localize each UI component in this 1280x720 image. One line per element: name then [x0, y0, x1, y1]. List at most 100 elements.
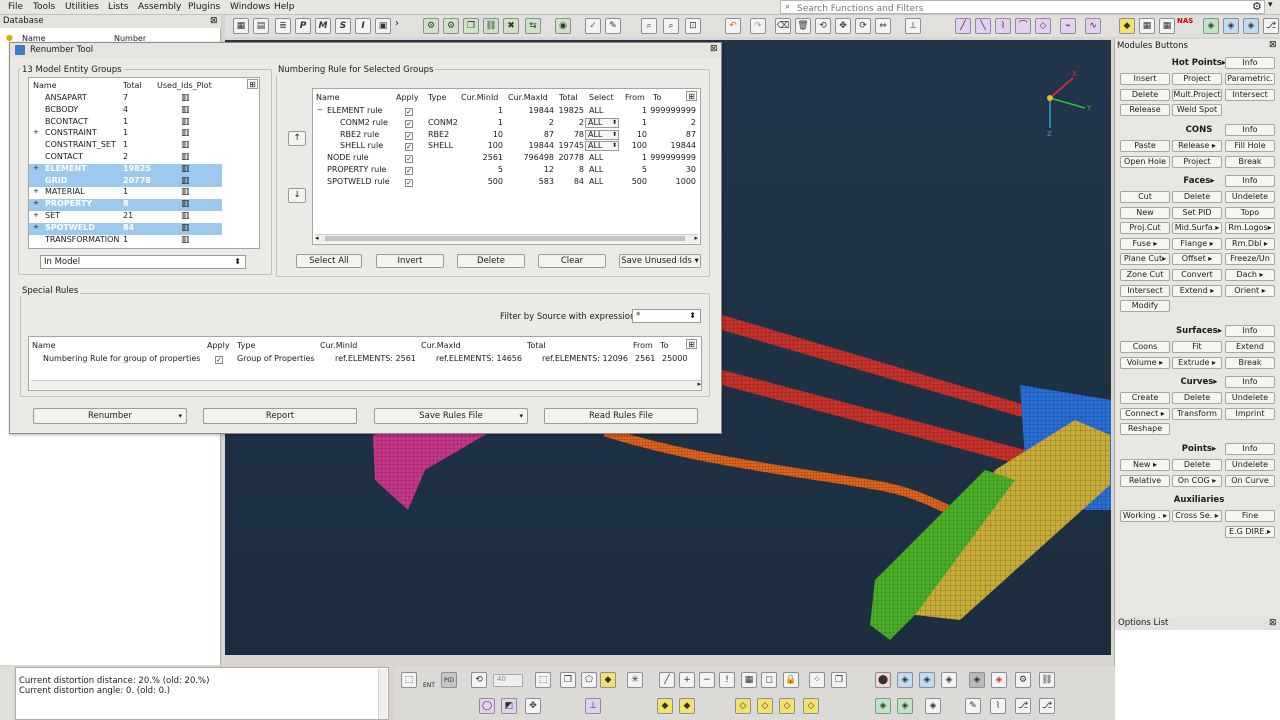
- module-button[interactable]: Fit: [1172, 341, 1222, 353]
- assembly-icon[interactable]: ⚙: [423, 18, 439, 34]
- face-yellow5-icon[interactable]: ◇: [779, 698, 795, 714]
- entity-row[interactable]: + PROPERTY 8 ▥: [29, 199, 222, 211]
- select-box-icon[interactable]: ⬚: [401, 672, 417, 688]
- deck-icon[interactable]: ◈: [1203, 18, 1219, 34]
- module-info-button[interactable]: Info: [1225, 57, 1275, 69]
- apply-checkbox[interactable]: ✓: [405, 154, 413, 164]
- scroll-right-icon[interactable]: ▸: [694, 234, 698, 242]
- tree2-icon[interactable]: ⎇: [1039, 698, 1055, 714]
- entity-row[interactable]: ANSAPART 7 ▥: [29, 93, 222, 105]
- used-ids-plot-icon[interactable]: ▥: [181, 164, 190, 174]
- list-icon[interactable]: ≣: [275, 18, 291, 34]
- frame-icon[interactable]: ⬚: [535, 672, 551, 688]
- module-info-button[interactable]: Info: [1225, 124, 1275, 136]
- zoom-icon[interactable]: ⌕: [663, 18, 679, 34]
- lock-icon[interactable]: 🔒: [783, 672, 799, 688]
- module-info-button[interactable]: Info: [1225, 175, 1275, 187]
- table-icon[interactable]: ▤: [253, 18, 269, 34]
- mesh-icon[interactable]: ▦: [1139, 18, 1155, 34]
- nodes-icon[interactable]: ⁘: [809, 672, 825, 688]
- column-chooser-icon[interactable]: ⊞: [247, 79, 258, 89]
- apply-checkbox[interactable]: ✓: [215, 355, 223, 364]
- gear-group-icon[interactable]: ⚙: [443, 18, 459, 34]
- line-icon[interactable]: ╱: [659, 672, 675, 688]
- sweep-icon[interactable]: ⌇: [995, 18, 1011, 34]
- delete-icon[interactable]: ✖: [503, 18, 519, 34]
- shell-mesh-icon[interactable]: ▦: [1159, 18, 1175, 34]
- entity-row[interactable]: + ELEMENT 19825 ▥: [29, 163, 222, 176]
- close-icon[interactable]: ⊠: [210, 16, 218, 26]
- module-button[interactable]: Cross Se. ▸: [1172, 510, 1222, 522]
- module-info-button[interactable]: Info: [1225, 325, 1275, 337]
- tube-icon[interactable]: ╲: [975, 18, 991, 34]
- search-mode-icon[interactable]: ⌕: [641, 18, 657, 34]
- measure-icon[interactable]: ⟂: [905, 18, 921, 34]
- menu-help[interactable]: Help: [274, 2, 295, 12]
- fill-icon[interactable]: ◆: [600, 672, 616, 688]
- check-icon[interactable]: ✓: [585, 18, 601, 34]
- module-button[interactable]: Proj.Cut: [1120, 222, 1170, 235]
- face-yellow3-icon[interactable]: ◇: [735, 698, 751, 714]
- wire-icon[interactable]: ⌁: [1060, 18, 1076, 34]
- module-button[interactable]: Extend ▸: [1172, 284, 1222, 297]
- column-chooser-icon[interactable]: ⊞: [686, 91, 697, 101]
- menu-plugins[interactable]: Plugins: [188, 2, 220, 12]
- pen-icon[interactable]: ✎: [605, 18, 621, 34]
- module-button[interactable]: Rm.Logos▸: [1225, 222, 1275, 235]
- face-yellow2-icon[interactable]: ◆: [679, 698, 695, 714]
- pipe-icon[interactable]: ⊥: [585, 698, 601, 714]
- apply-checkbox[interactable]: ✓: [405, 131, 413, 140]
- scroll-thumb[interactable]: [325, 236, 685, 241]
- module-button[interactable]: Intersect: [1225, 88, 1275, 101]
- module-button[interactable]: Break: [1225, 155, 1275, 168]
- read-rules-button[interactable]: Read Rules File: [544, 408, 698, 424]
- module-button[interactable]: On Curve: [1225, 474, 1275, 487]
- module-button[interactable]: New ▸: [1120, 459, 1170, 471]
- grid-icon[interactable]: ▦: [233, 18, 249, 34]
- used-ids-plot-icon[interactable]: ▥: [181, 211, 190, 221]
- square-icon[interactable]: ◻: [761, 672, 777, 688]
- move-icon[interactable]: ⇆: [525, 18, 541, 34]
- used-ids-plot-icon[interactable]: ▥: [181, 93, 190, 103]
- module-button[interactable]: Set PID: [1172, 206, 1222, 219]
- move-handle-icon[interactable]: ✥: [525, 698, 541, 714]
- module-button[interactable]: Break: [1225, 356, 1275, 369]
- module-button[interactable]: Mid.Surfa.▸: [1172, 222, 1222, 235]
- module-button[interactable]: Imprint: [1225, 407, 1275, 420]
- entity-row[interactable]: + CONSTRAINT 1 ▥: [29, 128, 222, 140]
- used-ids-plot-icon[interactable]: ▥: [181, 128, 190, 138]
- select-combo[interactable]: ALL ⬍: [585, 129, 619, 140]
- shape-icon[interactable]: ⬠: [581, 672, 597, 688]
- cube-icon[interactable]: ◈: [1223, 18, 1239, 34]
- module-button[interactable]: Undelete: [1225, 459, 1275, 471]
- rule-row[interactable]: PROPERTY rule ✓ 5 12 8 ALL 5 30: [313, 165, 698, 177]
- used-ids-plot-icon[interactable]: ▥: [181, 105, 190, 115]
- dash-icon[interactable]: −: [699, 672, 715, 688]
- module-button[interactable]: Connect ▸: [1120, 407, 1170, 420]
- expand-toggle[interactable]: +: [33, 128, 39, 136]
- module-button[interactable]: Orient ▸: [1225, 284, 1275, 297]
- move-up-button[interactable]: ↑: [288, 131, 306, 146]
- expand-toggle[interactable]: +: [33, 199, 39, 207]
- module-button[interactable]: Mult.Project: [1172, 88, 1222, 101]
- cube-green-icon[interactable]: ◈: [941, 672, 957, 688]
- module-button[interactable]: Rm.Dbl ▸: [1225, 237, 1275, 250]
- module-button[interactable]: Open Hole: [1120, 155, 1170, 168]
- module-button[interactable]: Fill Hole: [1225, 140, 1275, 152]
- transform-icon[interactable]: ⟲: [815, 18, 831, 34]
- tree-icon[interactable]: ⎇: [1015, 698, 1031, 714]
- module-button[interactable]: Fuse ▸: [1120, 237, 1170, 250]
- module-button[interactable]: Release: [1120, 104, 1170, 117]
- menu-windows[interactable]: Windows: [230, 2, 270, 12]
- report-button[interactable]: Report: [203, 408, 357, 424]
- layers-icon[interactable]: ◈: [1243, 18, 1259, 34]
- chevron-down-icon[interactable]: ▾: [1268, 0, 1273, 10]
- module-button[interactable]: Parametric.: [1225, 73, 1275, 85]
- used-ids-plot-icon[interactable]: ▥: [181, 152, 190, 162]
- module-button[interactable]: Delete: [1120, 88, 1170, 101]
- module-button[interactable]: Project: [1172, 73, 1222, 85]
- copy-icon[interactable]: ❐: [560, 672, 576, 688]
- horizontal-scrollbar[interactable]: ▸: [31, 380, 701, 389]
- rule-row[interactable]: NODE rule ✓ 2561 796498 20778 ALL 1 999999999: [313, 153, 698, 165]
- entity-row[interactable]: + MATERIAL 1 ▥: [29, 187, 222, 199]
